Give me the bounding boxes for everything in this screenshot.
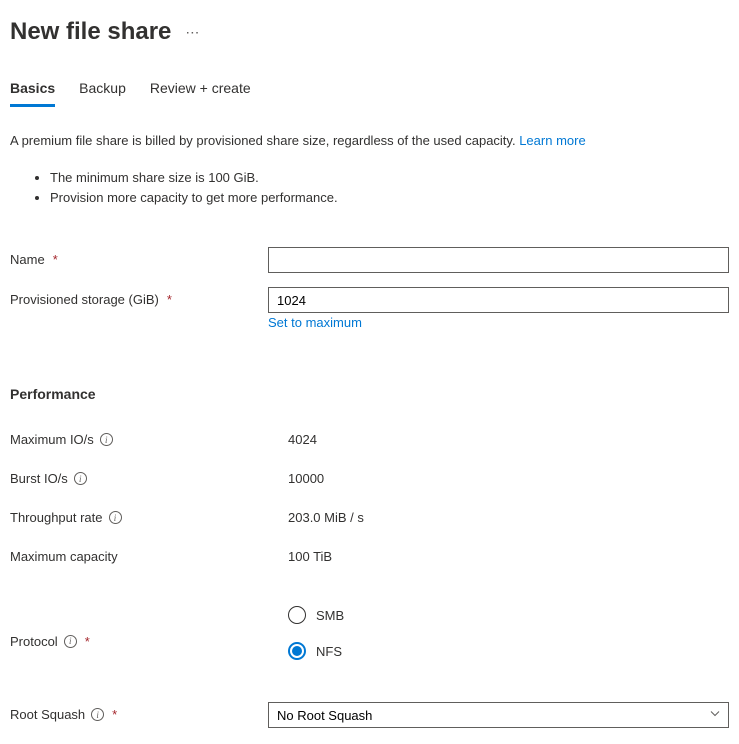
page-title-text: New file share bbox=[10, 18, 171, 46]
max-io-value: 4024 bbox=[288, 432, 317, 447]
protocol-radio-group: SMB NFS bbox=[288, 606, 344, 678]
max-io-label: Maximum IO/s i bbox=[10, 432, 288, 447]
info-icon[interactable]: i bbox=[109, 511, 122, 524]
required-marker: * bbox=[112, 707, 117, 722]
tab-bar: Basics Backup Review + create bbox=[10, 80, 729, 108]
intro-description: A premium file share is billed by provis… bbox=[10, 133, 516, 148]
intro-text: A premium file share is billed by provis… bbox=[10, 132, 729, 150]
root-squash-label: Root Squash i * bbox=[10, 702, 268, 722]
provisioned-storage-label: Provisioned storage (GiB)* bbox=[10, 287, 268, 307]
set-to-maximum-link[interactable]: Set to maximum bbox=[268, 315, 362, 330]
name-label: Name* bbox=[10, 247, 268, 267]
learn-more-link[interactable]: Learn more bbox=[519, 133, 585, 148]
throughput-value: 203.0 MiB / s bbox=[288, 510, 364, 525]
info-icon[interactable]: i bbox=[64, 635, 77, 648]
note-item: The minimum share size is 100 GiB. bbox=[50, 168, 729, 188]
tab-review-create[interactable]: Review + create bbox=[150, 80, 251, 107]
radio-icon bbox=[288, 642, 306, 660]
protocol-smb-label: SMB bbox=[316, 608, 344, 623]
protocol-label: Protocol i * bbox=[10, 634, 288, 649]
tab-basics[interactable]: Basics bbox=[10, 80, 55, 107]
tab-backup[interactable]: Backup bbox=[79, 80, 126, 107]
performance-section-title: Performance bbox=[10, 386, 729, 402]
provisioned-storage-input[interactable] bbox=[268, 287, 729, 313]
more-menu-icon[interactable]: ⋯ bbox=[185, 24, 200, 41]
throughput-label: Throughput rate i bbox=[10, 510, 288, 525]
burst-io-label: Burst IO/s i bbox=[10, 471, 288, 486]
max-capacity-value: 100 TiB bbox=[288, 549, 332, 564]
note-item: Provision more capacity to get more perf… bbox=[50, 188, 729, 208]
required-marker: * bbox=[85, 634, 90, 649]
max-capacity-label: Maximum capacity bbox=[10, 549, 288, 564]
root-squash-select[interactable] bbox=[268, 702, 729, 728]
name-input[interactable] bbox=[268, 247, 729, 273]
radio-icon bbox=[288, 606, 306, 624]
required-marker: * bbox=[53, 252, 58, 267]
required-marker: * bbox=[167, 292, 172, 307]
page-title: New file share ⋯ bbox=[10, 18, 729, 46]
info-icon[interactable]: i bbox=[100, 433, 113, 446]
protocol-radio-smb[interactable]: SMB bbox=[288, 606, 344, 624]
protocol-nfs-label: NFS bbox=[316, 644, 342, 659]
burst-io-value: 10000 bbox=[288, 471, 324, 486]
info-icon[interactable]: i bbox=[91, 708, 104, 721]
notes-list: The minimum share size is 100 GiB. Provi… bbox=[10, 168, 729, 207]
protocol-radio-nfs[interactable]: NFS bbox=[288, 642, 344, 660]
info-icon[interactable]: i bbox=[74, 472, 87, 485]
